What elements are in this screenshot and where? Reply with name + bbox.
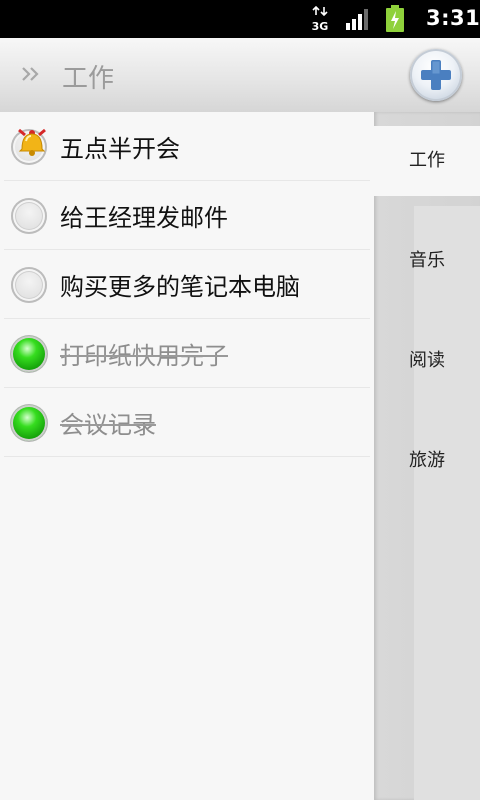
3g-data-icon: 3G (312, 6, 329, 32)
add-task-button[interactable] (410, 49, 462, 101)
list-item[interactable]: 购买更多的笔记本电脑 (0, 250, 370, 319)
task-label: 打印纸快用完了 (60, 342, 228, 370)
alarm-bell-icon (18, 128, 46, 156)
page-title: 工作 (62, 64, 115, 94)
svg-text:3G: 3G (312, 20, 329, 32)
task-checkbox-checked[interactable] (11, 336, 47, 372)
category-tabs: 工作 音乐 阅读 旅游 (374, 112, 480, 800)
task-label: 会议记录 (60, 411, 156, 439)
task-checkbox-checked[interactable] (11, 405, 47, 441)
plus-icon (421, 60, 451, 90)
tab-travel[interactable]: 旅游 (374, 426, 480, 496)
list-item[interactable]: 打印纸快用完了 (0, 319, 370, 388)
clock: 3:31 (426, 6, 480, 30)
status-bar: 3G 3:31 (0, 0, 480, 38)
task-label: 五点半开会 (60, 135, 180, 163)
task-label: 给王经理发邮件 (60, 204, 228, 232)
list-item[interactable]: 给王经理发邮件 (0, 181, 370, 250)
list-item[interactable]: 五点半开会 (0, 112, 370, 181)
signal-strength-icon (346, 9, 368, 30)
alarm-checkbox[interactable] (11, 128, 47, 165)
task-label: 购买更多的笔记本电脑 (60, 273, 300, 301)
task-checkbox[interactable] (11, 198, 47, 234)
list-item[interactable]: 会议记录 (0, 388, 370, 457)
title-bar: 工作 (0, 38, 480, 113)
tab-music[interactable]: 音乐 (374, 226, 480, 296)
task-list: 五点半开会 给王经理发邮件 购买更多的笔记本电脑 打印纸快用完了 会议记录 (0, 112, 374, 800)
task-checkbox[interactable] (11, 267, 47, 303)
tab-reading[interactable]: 阅读 (374, 326, 480, 396)
divider (4, 456, 370, 457)
battery-charging-icon (386, 5, 404, 32)
tab-work[interactable]: 工作 (374, 126, 480, 196)
double-chevron-right-icon[interactable] (20, 64, 42, 84)
